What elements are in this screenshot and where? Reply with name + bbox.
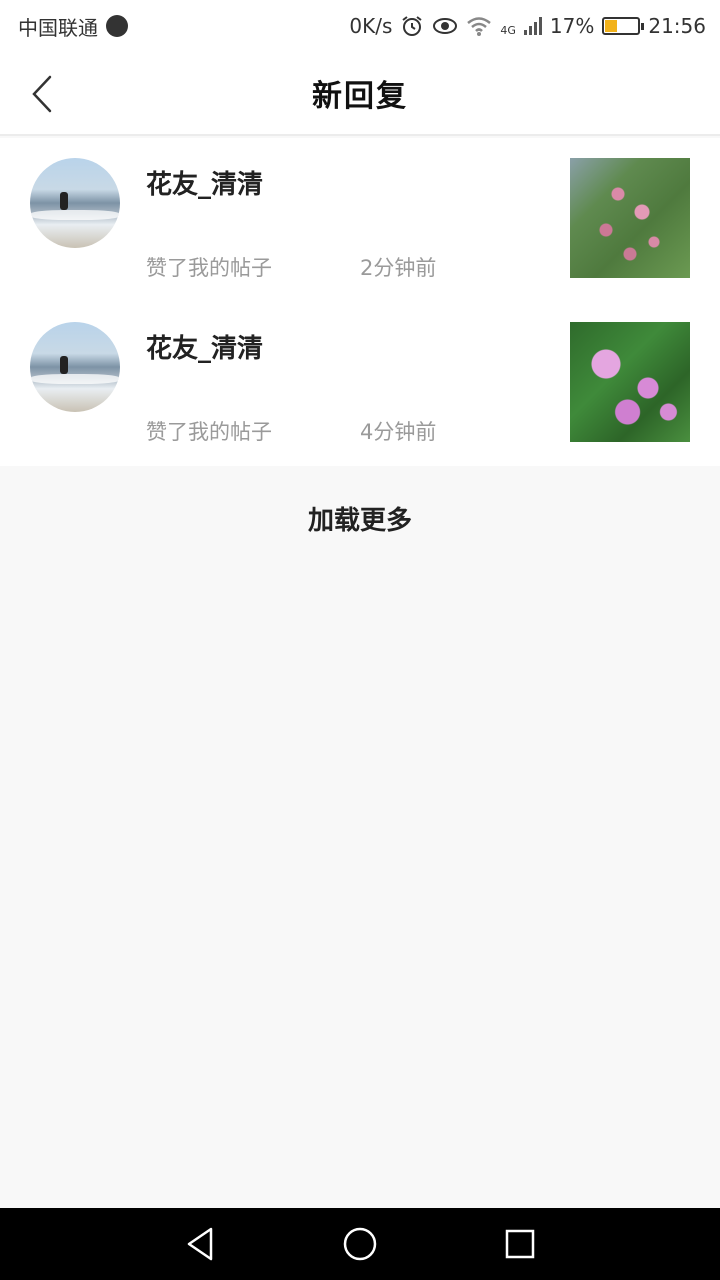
nav-recents-button[interactable]	[490, 1214, 550, 1274]
avatar[interactable]	[30, 158, 120, 248]
chevron-left-icon	[32, 75, 52, 113]
list-item[interactable]: 花友_清清 赞了我的帖子 4分钟前	[0, 302, 720, 466]
action-text: 赞了我的帖子	[146, 420, 272, 444]
status-right: 0K/s 4G 17% 21:56	[349, 14, 706, 38]
page-title: 新回复	[312, 79, 408, 114]
eye-icon	[433, 18, 458, 34]
nav-back-button[interactable]	[170, 1214, 230, 1274]
home-circle-icon	[343, 1227, 377, 1261]
post-thumbnail[interactable]	[570, 322, 690, 442]
status-bar: 中国联通 0K/s 4G 17% 21:56	[0, 0, 720, 52]
status-left: 中国联通	[18, 12, 128, 41]
username[interactable]: 花友_清清	[146, 164, 263, 201]
battery-percent: 17%	[549, 14, 595, 38]
globe-icon	[106, 15, 128, 37]
avatar[interactable]	[30, 322, 120, 412]
timestamp: 2分钟前	[360, 256, 437, 280]
load-more-button[interactable]: 加载更多	[0, 480, 720, 556]
header: 新回复	[0, 52, 720, 136]
username[interactable]: 花友_清清	[146, 328, 263, 365]
carrier-label: 中国联通	[18, 15, 98, 40]
back-triangle-icon	[187, 1227, 213, 1261]
list-item[interactable]: 花友_清清 赞了我的帖子 2分钟前	[0, 138, 720, 302]
post-thumbnail[interactable]	[570, 158, 690, 278]
timestamp: 4分钟前	[360, 420, 437, 444]
clock: 21:56	[648, 14, 706, 38]
navigation-bar	[0, 1208, 720, 1280]
wifi-icon	[467, 17, 492, 36]
back-button[interactable]	[22, 72, 62, 116]
recents-square-icon	[505, 1229, 535, 1259]
network-type: 4G	[500, 24, 516, 37]
battery-icon	[602, 17, 645, 35]
signal-icon	[523, 17, 542, 35]
nav-home-button[interactable]	[330, 1214, 390, 1274]
alarm-icon	[402, 16, 422, 36]
network-speed: 0K/s	[349, 14, 393, 38]
action-text: 赞了我的帖子	[146, 256, 272, 280]
reply-list: 花友_清清 赞了我的帖子 2分钟前 花友_清清 赞了我的帖子 4分钟前	[0, 138, 720, 466]
